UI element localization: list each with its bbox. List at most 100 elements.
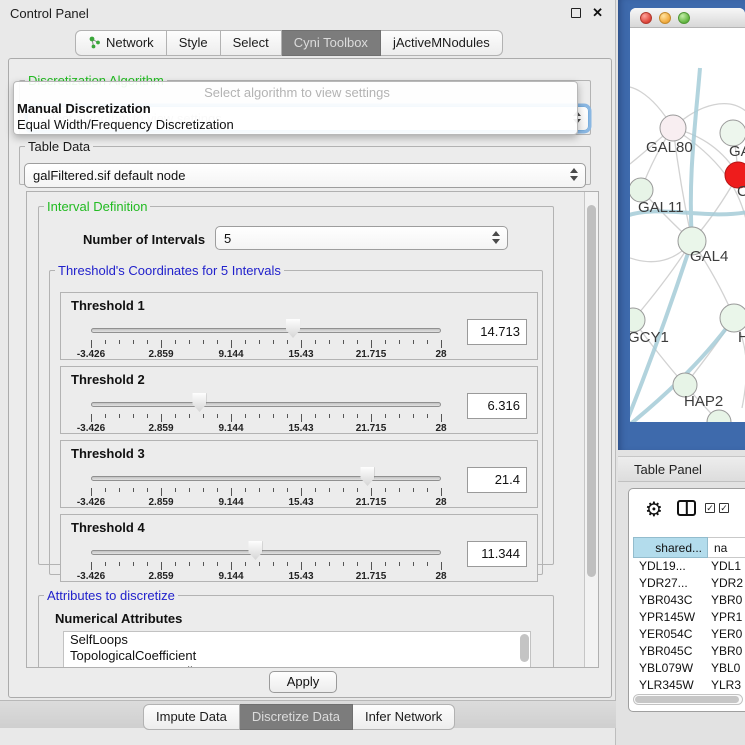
gear-icon[interactable]: ⚙ xyxy=(645,497,663,521)
column-header-shared-name[interactable]: shared... xyxy=(633,537,708,558)
slider-tick-label: 21.715 xyxy=(349,423,393,434)
slider-tick xyxy=(91,414,92,422)
cell-shared-name: YPR145W xyxy=(639,610,709,624)
slider-tick xyxy=(203,562,204,566)
checkbox-icon[interactable]: ✓ xyxy=(705,503,715,513)
slider-tick xyxy=(343,340,344,344)
table-row[interactable]: YDL19...YDL1 xyxy=(633,558,745,575)
tab-select[interactable]: Select xyxy=(221,30,282,56)
slider-thumb[interactable] xyxy=(192,393,206,412)
table-data-select[interactable]: galFiltered.sif default node xyxy=(24,163,586,188)
slider-tick xyxy=(287,414,288,418)
slider-tick xyxy=(147,340,148,344)
table-data-select-value: galFiltered.sif default node xyxy=(33,168,185,183)
tab-label: jActiveMNodules xyxy=(393,35,490,50)
vertical-scrollbar-thumb[interactable] xyxy=(587,205,596,577)
slider-tick xyxy=(119,562,120,566)
number-of-intervals-select[interactable]: 5 xyxy=(215,226,508,250)
tab-network[interactable]: Network xyxy=(75,30,167,56)
tab-style[interactable]: Style xyxy=(167,30,221,56)
threshold-value-field[interactable]: 6.316 xyxy=(467,393,527,419)
tab-label: Infer Network xyxy=(365,709,442,724)
node-label: GAL80 xyxy=(646,139,693,156)
threshold-label: Threshold 1 xyxy=(71,298,145,313)
slider-tick xyxy=(343,562,344,566)
columns-icon[interactable] xyxy=(677,500,696,516)
table-row[interactable]: YBR043CYBR0 xyxy=(633,592,745,609)
slider-tick xyxy=(161,414,162,422)
slider-tick xyxy=(245,340,246,344)
cell-name: YER0 xyxy=(711,627,745,641)
slider-tick xyxy=(231,340,232,348)
numerical-attributes-list[interactable]: SelfLoopsTopologicalCoefficientBetweenne… xyxy=(63,631,531,668)
tab-cyni-toolbox[interactable]: Cyni Toolbox xyxy=(282,30,381,56)
slider-tick xyxy=(413,340,414,344)
table-row[interactable]: YPR145WYPR1 xyxy=(633,609,745,626)
node-label: GAL11 xyxy=(638,199,684,216)
slider-tick xyxy=(217,488,218,492)
threshold-value-field[interactable]: 11.344 xyxy=(467,541,527,567)
slider-tick xyxy=(189,562,190,566)
threshold-value-field[interactable]: 21.4 xyxy=(467,467,527,493)
slider-tick xyxy=(329,562,330,566)
network-graph[interactable]: GAL80GACGAL11GAL4GCY1HHAP2 xyxy=(630,28,745,422)
slider-tick xyxy=(399,562,400,566)
checkbox-icon[interactable]: ✓ xyxy=(719,503,729,513)
threshold-value-field[interactable]: 14.713 xyxy=(467,319,527,345)
control-panel-titlebar: Control Panel ✕ xyxy=(0,0,615,26)
slider-tick xyxy=(133,488,134,492)
mac-zoom-icon[interactable] xyxy=(678,12,690,24)
apply-button[interactable]: Apply xyxy=(269,671,337,693)
slider-tick xyxy=(245,488,246,492)
float-panel-icon[interactable] xyxy=(571,8,581,18)
right-mid-node[interactable] xyxy=(720,304,745,332)
slider-track[interactable] xyxy=(91,328,441,333)
table-header-row: shared... na xyxy=(629,537,745,558)
group-label: Table Data xyxy=(25,139,93,154)
gal80-node[interactable] xyxy=(660,115,686,141)
slider-track[interactable] xyxy=(91,550,441,555)
attribute-list-item[interactable]: SelfLoops xyxy=(64,632,530,648)
slider-tick xyxy=(315,562,316,566)
table-row[interactable]: YER054CYER0 xyxy=(633,626,745,643)
close-icon[interactable]: ✕ xyxy=(592,5,603,21)
attribute-list-item[interactable]: TopologicalCoefficient xyxy=(64,648,530,664)
slider-tick xyxy=(357,488,358,492)
tab-infer-network[interactable]: Infer Network xyxy=(353,704,455,730)
slider-tick xyxy=(91,562,92,570)
table-row[interactable]: YDR27...YDR2 xyxy=(633,575,745,592)
combo-arrows-icon xyxy=(570,168,578,184)
table-row[interactable]: YLR345WYLR3 xyxy=(633,677,745,694)
slider-track[interactable] xyxy=(91,402,441,407)
interval-definition-group: Interval Definition Number of Intervals … xyxy=(38,199,554,565)
slider-thumb[interactable] xyxy=(248,541,262,560)
tab-jactivemnodules[interactable]: jActiveMNodules xyxy=(381,30,503,56)
slider-tick xyxy=(427,340,428,344)
slider-thumb[interactable] xyxy=(286,319,300,338)
dropdown-option-equal-width-frequency[interactable]: Equal Width/Frequency Discretization xyxy=(14,117,577,133)
slider-tick xyxy=(231,488,232,496)
horizontal-scrollbar-thumb[interactable] xyxy=(635,696,739,703)
column-header-name[interactable]: na xyxy=(708,537,745,558)
horizontal-scrollbar[interactable] xyxy=(633,694,743,705)
slider-tick xyxy=(273,562,274,566)
table-row[interactable]: YBR045CYBR0 xyxy=(633,643,745,660)
table-row[interactable]: YBL079WYBL0 xyxy=(633,660,745,677)
mac-minimize-icon[interactable] xyxy=(659,12,671,24)
bottom-node[interactable] xyxy=(707,410,731,422)
list-scrollbar-thumb[interactable] xyxy=(520,634,529,662)
slider-thumb[interactable] xyxy=(360,467,374,486)
vertical-scrollbar[interactable] xyxy=(584,192,598,667)
tab-discretize-data[interactable]: Discretize Data xyxy=(240,704,353,730)
attributes-group: Attributes to discretize Numerical Attri… xyxy=(38,588,554,668)
tab-impute-data[interactable]: Impute Data xyxy=(143,704,240,730)
attribute-list-item[interactable]: BetweennessCentrality xyxy=(64,664,530,668)
dropdown-option-manual-discretization[interactable]: Manual Discretization xyxy=(14,101,577,117)
mac-close-icon[interactable] xyxy=(640,12,652,24)
slider-track[interactable] xyxy=(91,476,441,481)
threshold-label: Threshold 2 xyxy=(71,372,145,387)
table-panel-header: Table Panel xyxy=(618,456,745,482)
control-panel-window: Control Panel ✕ Network Style Select Cyn… xyxy=(0,0,616,745)
slider-tick xyxy=(259,414,260,418)
slider-tick xyxy=(105,414,106,418)
